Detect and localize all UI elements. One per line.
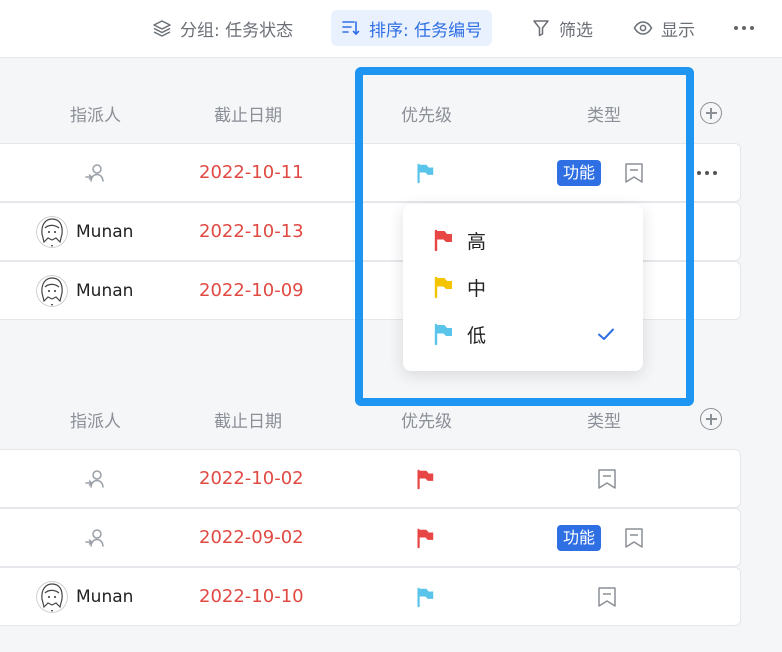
priority-option-label: 高: [467, 230, 487, 253]
flag-medium-icon: [434, 276, 452, 299]
group-by-button[interactable]: 分组: 任务状态: [142, 10, 303, 46]
due-date[interactable]: 2022-10-10: [199, 568, 304, 625]
view-toolbar: 分组: 任务状态 排序: 任务编号 筛选 显示: [0, 0, 782, 58]
assignee-name: Munan: [76, 280, 134, 301]
type-cell[interactable]: [622, 144, 646, 201]
bookmark-icon: [625, 162, 643, 183]
priority-flag[interactable]: [414, 450, 436, 507]
type-cell[interactable]: [622, 509, 646, 566]
more-options-button[interactable]: [734, 16, 754, 40]
priority-option-label: 中: [467, 277, 487, 300]
due-date[interactable]: 2022-10-02: [199, 450, 304, 507]
priority-flag[interactable]: [414, 144, 436, 201]
filter-label: 筛选: [559, 20, 593, 41]
type-badge-label: 功能: [557, 524, 602, 551]
flag-low-icon: [434, 323, 452, 346]
due-date[interactable]: 2022-10-09: [199, 262, 304, 319]
assignee[interactable]: Munan: [36, 568, 133, 625]
due-date[interactable]: 2022-09-02: [199, 509, 304, 566]
flag-high-icon: [417, 469, 434, 489]
sort-by-label: 排序: 任务编号: [369, 20, 483, 41]
checkmark-icon: [598, 328, 614, 340]
priority-option-medium[interactable]: 中: [403, 265, 643, 309]
sort-by-button[interactable]: 排序: 任务编号: [331, 10, 493, 46]
type-cell[interactable]: [595, 568, 619, 625]
column-header-type[interactable]: 类型: [587, 101, 621, 126]
priority-dropdown: 高 中 低: [403, 204, 643, 371]
assign-user-icon: [85, 163, 104, 182]
filter-button[interactable]: 筛选: [521, 10, 603, 46]
assignee-empty[interactable]: [83, 509, 107, 566]
due-date[interactable]: 2022-10-11: [199, 144, 304, 201]
assignee-name: Munan: [76, 221, 134, 242]
filter-icon: [533, 20, 549, 37]
display-label: 显示: [661, 20, 695, 41]
column-header-priority[interactable]: 优先级: [401, 101, 452, 126]
row-more-button[interactable]: [697, 144, 717, 201]
add-column-button[interactable]: [700, 408, 722, 430]
table-row[interactable]: Munan 2022-10-10: [0, 567, 741, 626]
table-row[interactable]: 2022-09-02 功能: [0, 508, 741, 567]
column-header-assignee[interactable]: 指派人: [70, 101, 121, 126]
table-row[interactable]: 2022-10-11 功能: [0, 143, 741, 202]
assignee-empty[interactable]: [83, 144, 107, 201]
sort-icon: [342, 21, 360, 36]
flag-high-icon: [434, 229, 452, 252]
due-date[interactable]: 2022-10-13: [199, 203, 304, 260]
column-header-due-date[interactable]: 截止日期: [214, 407, 282, 432]
add-column-button[interactable]: [700, 102, 722, 124]
priority-option-low[interactable]: 低: [403, 312, 643, 356]
column-header-due-date[interactable]: 截止日期: [214, 101, 282, 126]
assignee-empty[interactable]: [83, 450, 107, 507]
type-badge-label: 功能: [557, 159, 602, 186]
avatar: [36, 215, 68, 248]
priority-option-high[interactable]: 高: [403, 218, 643, 262]
layers-icon: [153, 20, 171, 37]
bookmark-icon: [625, 527, 643, 548]
flag-high-icon: [417, 528, 434, 548]
display-button[interactable]: 显示: [623, 10, 705, 46]
column-header-priority[interactable]: 优先级: [401, 407, 452, 432]
type-cell[interactable]: [595, 450, 619, 507]
column-header-assignee[interactable]: 指派人: [70, 407, 121, 432]
eye-icon: [633, 21, 653, 35]
assignee[interactable]: Munan: [36, 262, 133, 319]
avatar: [36, 580, 68, 613]
group-by-label: 分组: 任务状态: [180, 20, 294, 41]
avatar: [36, 274, 68, 307]
flag-low-icon: [417, 587, 434, 607]
flag-low-icon: [417, 163, 434, 183]
table-row[interactable]: 2022-10-02: [0, 449, 741, 508]
column-header-type[interactable]: 类型: [587, 407, 621, 432]
assignee-name: Munan: [76, 586, 134, 607]
priority-flag[interactable]: [414, 568, 436, 625]
bookmark-icon: [598, 586, 616, 607]
priority-option-label: 低: [467, 324, 487, 347]
assign-user-icon: [85, 469, 104, 488]
assignee[interactable]: Munan: [36, 203, 133, 260]
assign-user-icon: [85, 528, 104, 547]
type-badge: 功能: [557, 509, 602, 566]
priority-flag[interactable]: [414, 509, 436, 566]
type-badge: 功能: [557, 144, 602, 201]
bookmark-icon: [598, 468, 616, 489]
